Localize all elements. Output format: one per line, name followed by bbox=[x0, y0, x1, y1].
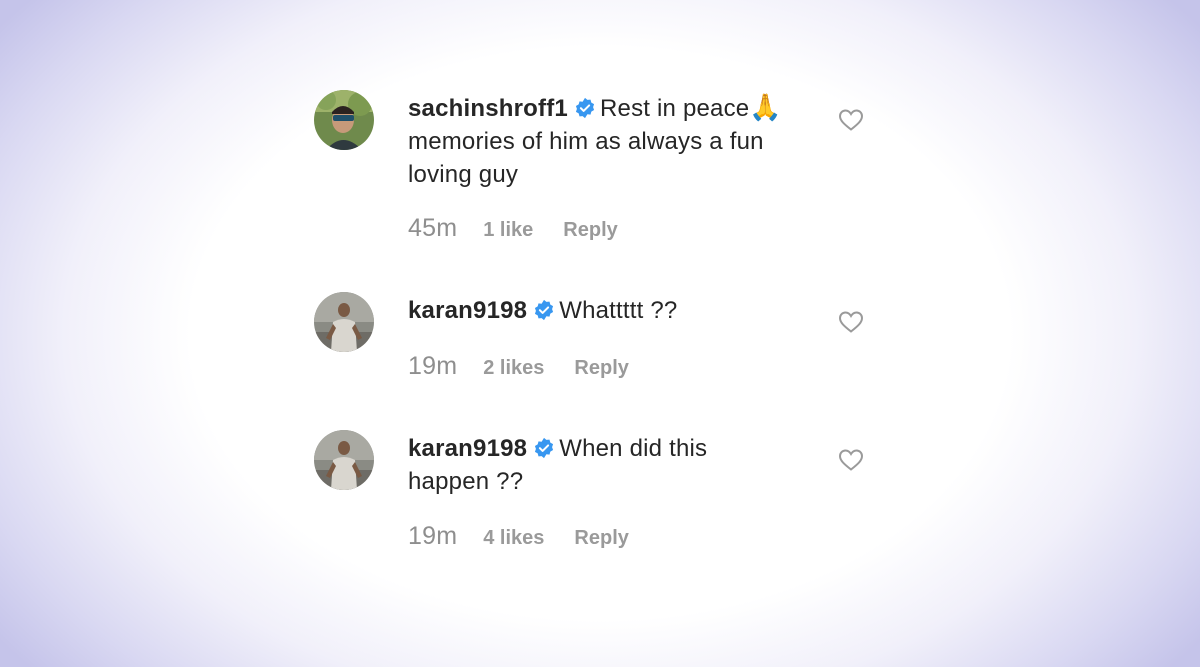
comment-body: karan9198 Whattttt ?? bbox=[408, 294, 808, 327]
likes-count-link[interactable]: 1 like bbox=[483, 219, 533, 241]
reply-button[interactable]: Reply bbox=[574, 357, 628, 379]
comment-body: karan9198 When did this happen ?? bbox=[408, 432, 808, 498]
comment-text: karan9198 Whattttt ?? bbox=[408, 294, 808, 327]
reply-button[interactable]: Reply bbox=[563, 219, 617, 241]
verified-badge-icon bbox=[535, 299, 554, 321]
comment-message: Whattttt ?? bbox=[559, 297, 678, 324]
likes-count-link[interactable]: 2 likes bbox=[483, 357, 544, 379]
comment-text: karan9198 When did this happen ?? bbox=[408, 432, 748, 498]
username-link[interactable]: sachinshroff1 bbox=[408, 95, 568, 122]
comment-timestamp: 45m bbox=[408, 214, 458, 242]
comments-list: sachinshroff1 Rest in peace🙏 memories of … bbox=[0, 0, 1200, 667]
heart-outline-icon[interactable] bbox=[838, 448, 864, 472]
comment-message-continued: memories of him as always a fun loving g… bbox=[408, 128, 764, 188]
folded-hands-emoji: 🙏 bbox=[749, 93, 782, 123]
comment-timestamp: 19m bbox=[408, 522, 458, 550]
comment-body: sachinshroff1 Rest in peace🙏 memories of … bbox=[408, 92, 808, 191]
heart-outline-icon[interactable] bbox=[838, 108, 864, 132]
avatar[interactable] bbox=[314, 430, 374, 490]
username-link[interactable]: karan9198 bbox=[408, 435, 527, 462]
comment-meta: 45m 1 like Reply bbox=[408, 214, 618, 243]
avatar[interactable] bbox=[314, 90, 374, 150]
username-link[interactable]: karan9198 bbox=[408, 297, 527, 324]
reply-button[interactable]: Reply bbox=[574, 527, 628, 549]
comment-text: sachinshroff1 Rest in peace🙏 memories of … bbox=[408, 92, 808, 191]
verified-badge-icon bbox=[535, 437, 554, 459]
heart-outline-icon[interactable] bbox=[838, 310, 864, 334]
likes-count-link[interactable]: 4 likes bbox=[483, 527, 544, 549]
avatar[interactable] bbox=[314, 292, 374, 352]
comment-meta: 19m 2 likes Reply bbox=[408, 352, 629, 381]
comment-meta: 19m 4 likes Reply bbox=[408, 522, 629, 551]
comment-message: Rest in peace bbox=[599, 95, 750, 122]
verified-badge-icon bbox=[575, 97, 595, 119]
comment-timestamp: 19m bbox=[408, 352, 458, 380]
